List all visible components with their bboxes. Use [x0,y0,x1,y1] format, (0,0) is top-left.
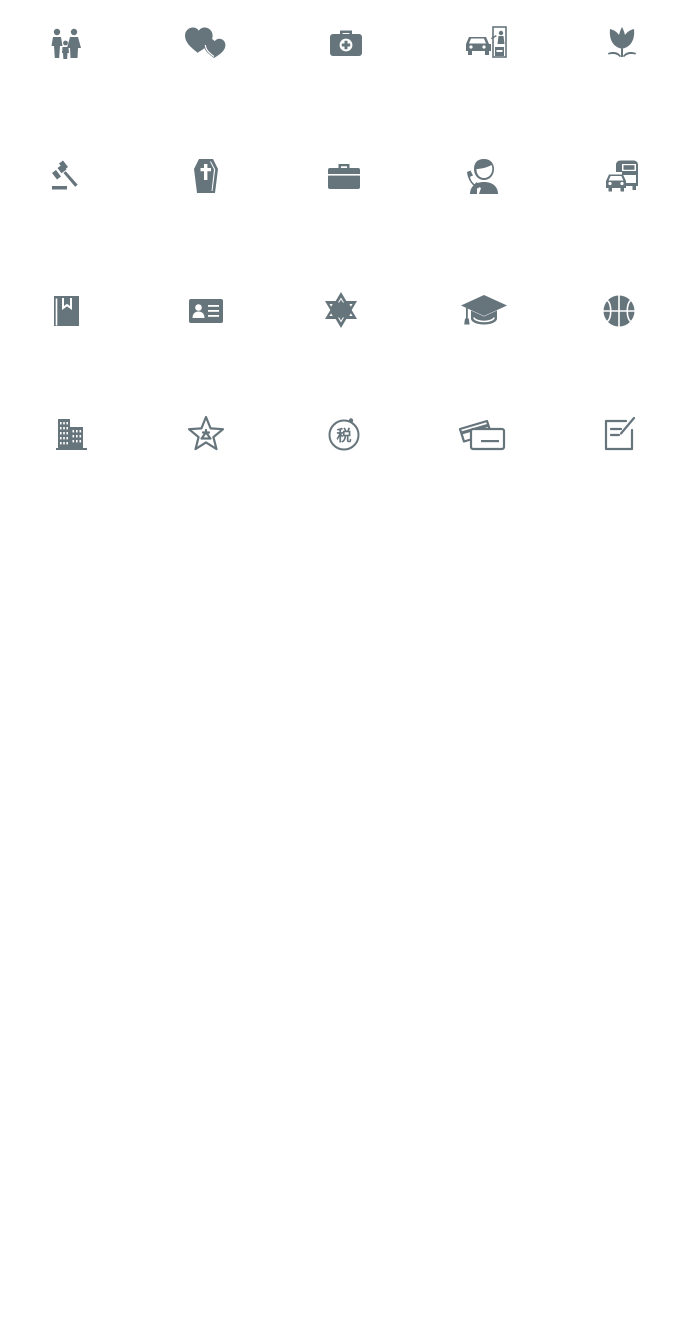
gavel-icon[interactable] [36,146,96,206]
drive-thru-icon[interactable] [456,12,516,72]
car-and-bus-icon[interactable] [592,146,652,206]
star-of-david-icon[interactable] [311,280,371,340]
edit-note-icon[interactable] [590,404,650,464]
hearts-icon[interactable] [176,12,236,72]
basketball-icon[interactable] [589,281,649,341]
family-icon[interactable] [36,14,96,74]
office-buildings-icon[interactable] [42,404,102,464]
medical-kit-icon[interactable] [316,12,376,72]
tax-glyph: 税 [336,427,351,445]
bookmarked-book-icon[interactable] [36,281,96,341]
call-center-agent-icon[interactable] [452,146,512,206]
id-card-icon[interactable] [176,281,236,341]
tax-icon[interactable]: 税 [315,404,375,464]
graduation-cap-icon[interactable] [454,280,514,340]
credit-cards-icon[interactable] [452,404,512,464]
briefcase-icon[interactable] [314,146,374,206]
star-outline-icon[interactable] [176,404,236,464]
tulip-icon[interactable] [592,12,652,72]
coffin-icon[interactable] [176,146,236,206]
